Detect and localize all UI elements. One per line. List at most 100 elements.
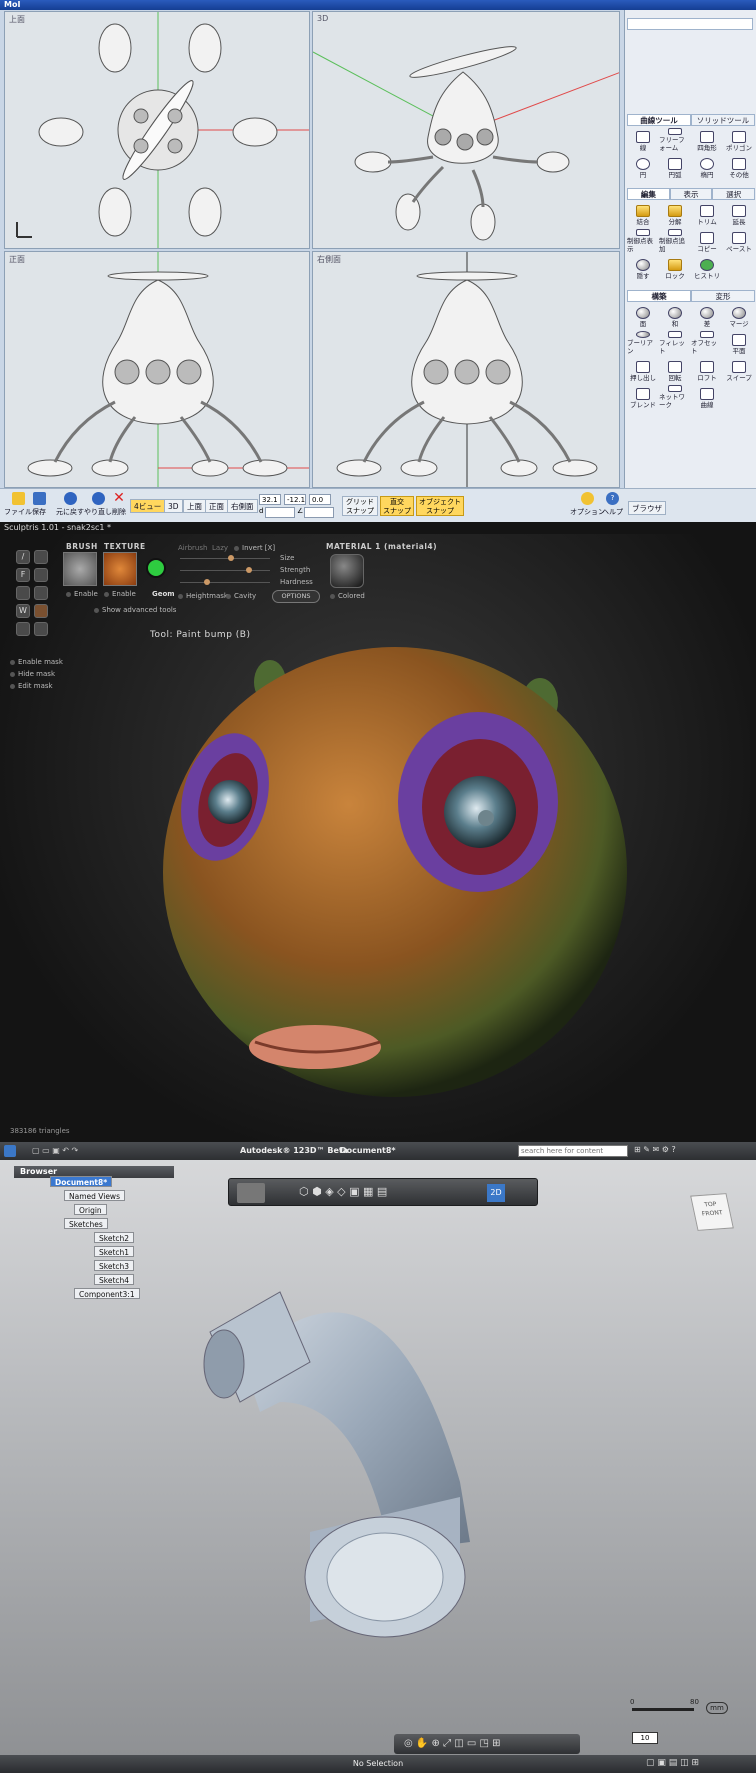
symmetry-button[interactable] <box>16 622 30 636</box>
grab-tool-button[interactable] <box>34 586 48 600</box>
tool-arc[interactable]: 円弧 <box>659 155 691 179</box>
reduce-button[interactable] <box>34 622 48 636</box>
tool-freeform[interactable]: フリーフォーム <box>659 128 691 152</box>
tool-explode[interactable]: 分解 <box>659 202 691 226</box>
invert-option[interactable]: Invert [X] <box>234 544 275 552</box>
tool-plane[interactable]: 平面 <box>723 331 755 355</box>
2d-sketch-icon[interactable]: 2D <box>487 1184 505 1202</box>
hardness-slider-handle[interactable] <box>204 579 210 585</box>
texture-enable-option[interactable]: Enable <box>104 590 136 598</box>
pipe-model[interactable] <box>200 1252 540 1692</box>
strength-slider-handle[interactable] <box>246 567 252 573</box>
size-slider-handle[interactable] <box>228 555 234 561</box>
tab-view[interactable]: 表示 <box>669 188 713 200</box>
tool-show-points[interactable]: 制御点表示 <box>627 229 659 253</box>
tool-boolean[interactable]: ブーリアン <box>627 331 659 355</box>
tool-paste[interactable]: ペースト <box>723 229 755 253</box>
quick-access-toolbar[interactable]: ▢ ▭ ▣ ↶ ↷ <box>32 1146 78 1155</box>
options-button[interactable]: OPTIONS <box>272 590 320 603</box>
undo-button[interactable]: 元に戻す <box>56 492 84 517</box>
view-cube[interactable]: TOP FRONT <box>690 1193 734 1231</box>
tool-polygon[interactable]: ポリゴン <box>723 128 755 152</box>
pinch-tool-button[interactable] <box>16 586 30 600</box>
tool-add-point[interactable]: 制御点追加 <box>659 229 691 253</box>
tab-construct[interactable]: 構築 <box>627 290 691 302</box>
tree-document[interactable]: Document8* <box>50 1176 113 1187</box>
tool-circle[interactable]: 円 <box>627 155 659 179</box>
tool-other[interactable]: その他 <box>723 155 755 179</box>
tool-face[interactable]: 面 <box>627 304 659 328</box>
viewport-right[interactable]: 右側面 <box>312 251 620 488</box>
tree-named-views[interactable]: Named Views <box>64 1190 125 1201</box>
edit-mask-option[interactable]: Edit mask <box>10 682 53 690</box>
status-icons[interactable]: ▢ ▣ ▤ ◫ ⊞ <box>646 1758 699 1768</box>
tab-edit[interactable]: 編集 <box>627 188 670 200</box>
tool-rectangle[interactable]: 四角形 <box>691 128 723 152</box>
crease-tool-button[interactable] <box>34 550 48 564</box>
brush-enable-option[interactable]: Enable <box>66 590 98 598</box>
tool-offset[interactable]: オフセット <box>691 331 723 355</box>
tool-fillet[interactable]: フィレット <box>659 331 691 355</box>
draw-tool-button[interactable]: / <box>16 550 30 564</box>
coord-z-field[interactable]: 0.0 <box>309 494 331 505</box>
view-4-button[interactable]: 4ビュー <box>130 499 166 513</box>
viewport-front[interactable]: 正面 <box>4 251 310 488</box>
scale-value-field[interactable]: 10 <box>632 1732 658 1744</box>
material-thumbnail[interactable] <box>330 554 364 588</box>
panel-search-field[interactable] <box>627 18 753 30</box>
tool-hide[interactable]: 隠す <box>627 256 659 280</box>
tab-select[interactable]: 選択 <box>712 188 756 200</box>
tool-union[interactable]: 和 <box>659 304 691 328</box>
tool-trim[interactable]: トリム <box>691 202 723 226</box>
colored-option[interactable]: Colored <box>330 592 365 600</box>
advanced-tools-option[interactable]: Show advanced tools <box>94 606 176 614</box>
paint-color-swatch[interactable] <box>146 558 166 578</box>
tool-curve[interactable]: 曲線 <box>691 385 723 409</box>
tab-solid-tools[interactable]: ソリッドツール <box>691 114 755 126</box>
tree-sketch4[interactable]: Sketch4 <box>94 1274 135 1285</box>
coord-y-field[interactable]: -12.1 <box>284 494 306 505</box>
search-input[interactable] <box>518 1145 628 1157</box>
hide-mask-option[interactable]: Hide mask <box>10 670 55 678</box>
options-button[interactable]: オプション <box>570 492 605 517</box>
tree-origin[interactable]: Origin <box>74 1204 107 1215</box>
tool-join[interactable]: 結合 <box>627 202 659 226</box>
navigation-bar[interactable]: ◎ ✋ ⊕ ⤢ ◫ ▭ ◳ ⊞ <box>394 1734 580 1754</box>
help-button[interactable]: ? ヘルプ <box>602 492 623 517</box>
toolbar-icons[interactable]: ⬡ ⬢ ◈ ◇ ▣ ▦ ▤ <box>299 1185 387 1198</box>
view-front-button[interactable]: 正面 <box>205 499 228 513</box>
cavity-option[interactable]: Cavity <box>226 592 256 600</box>
tool-sweep[interactable]: スイープ <box>723 358 755 382</box>
tool-line[interactable]: 線 <box>627 128 659 152</box>
units-label[interactable]: mm <box>706 1702 728 1714</box>
viewport-3d[interactable]: 3D <box>312 11 620 249</box>
straight-snap-toggle[interactable]: 直交 スナップ <box>380 496 414 516</box>
viewport-top[interactable]: 上面 <box>4 11 310 249</box>
coord-x-field[interactable]: 32.1 <box>259 494 281 505</box>
tool-loft[interactable]: ロフト <box>691 358 723 382</box>
browser-button[interactable]: ブラウザ <box>628 501 666 515</box>
flatten-tool-button[interactable]: F <box>16 568 30 582</box>
lazy-option[interactable]: Lazy <box>212 544 228 552</box>
save-button[interactable]: 保存 <box>32 492 46 517</box>
smooth-tool-button[interactable]: W <box>16 604 30 618</box>
app-menu-icon[interactable] <box>4 1145 16 1157</box>
tree-sketch2[interactable]: Sketch2 <box>94 1232 135 1243</box>
tree-sketch3[interactable]: Sketch3 <box>94 1260 135 1271</box>
help-toolbar-icons[interactable]: ⊞ ✎ ✉ ⚙ ? <box>634 1145 676 1154</box>
object-snap-toggle[interactable]: オブジェクト スナップ <box>416 496 464 516</box>
brush-thumbnail[interactable] <box>63 552 97 586</box>
grid-snap-toggle[interactable]: グリッド スナップ <box>342 496 378 516</box>
paint-tool-button[interactable] <box>34 604 48 618</box>
tool-difference[interactable]: 差 <box>691 304 723 328</box>
tool-network[interactable]: ネットワーク <box>659 385 691 409</box>
distance-field[interactable] <box>265 507 295 518</box>
tool-copy[interactable]: コピー <box>691 229 723 253</box>
view-top-button[interactable]: 上面 <box>183 499 206 513</box>
tree-sketches[interactable]: Sketches <box>64 1218 108 1229</box>
heightmask-option[interactable]: Heightmask <box>178 592 228 600</box>
tool-history[interactable]: ヒストリ <box>691 256 723 280</box>
tree-sketch1[interactable]: Sketch1 <box>94 1246 135 1257</box>
tool-lock[interactable]: ロック <box>659 256 691 280</box>
hardness-slider[interactable] <box>180 582 270 583</box>
